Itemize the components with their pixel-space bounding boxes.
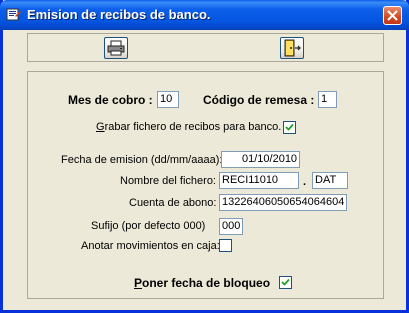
sufijo-field[interactable]: 000 — [219, 218, 243, 235]
exit-door-icon — [284, 39, 301, 57]
cuenta-abono-label: Cuenta de abono: — [129, 197, 217, 209]
nombre-fichero-field[interactable]: RECI11010 — [219, 172, 299, 189]
mes-cobro-field[interactable]: 10 — [157, 91, 179, 108]
poner-fecha-label-text: oner fecha de bloqueo — [142, 276, 271, 290]
grabar-label: Grabar fichero de recibos para banco. — [96, 121, 282, 133]
title-bar[interactable]: Emision de recibos de banco. — [0, 0, 409, 30]
check-icon — [285, 123, 294, 131]
window-title: Emision de recibos de banco. — [27, 7, 211, 22]
anotar-checkbox[interactable] — [219, 239, 232, 252]
exit-button[interactable] — [280, 37, 304, 59]
close-icon — [387, 10, 398, 21]
printer-icon — [107, 40, 125, 56]
report-icon — [6, 7, 22, 22]
fecha-emision-field[interactable]: 01/10/2010 — [221, 151, 300, 168]
mes-cobro-label: Mes de cobro : — [68, 93, 153, 107]
nombre-fichero-label: Nombre del fichero: — [120, 175, 216, 187]
cuenta-abono-field[interactable]: 13226406050654064604 — [219, 194, 347, 211]
print-button[interactable] — [104, 37, 128, 59]
dialog-window: Emision de recibos de banco. Mes de cobr… — [0, 0, 409, 313]
fecha-emision-label: Fecha de emision (dd/mm/aaaa): — [61, 154, 223, 166]
codigo-remesa-label: Código de remesa : — [203, 93, 315, 107]
close-button[interactable] — [383, 6, 402, 25]
toolbar — [27, 33, 384, 62]
grabar-checkbox[interactable] — [283, 121, 296, 134]
poner-fecha-checkbox[interactable] — [279, 276, 292, 289]
extension-separator: . — [303, 176, 307, 188]
grabar-label-text: rabar fichero de recibos para banco. — [104, 121, 282, 133]
poner-fecha-label: Poner fecha de bloqueo — [134, 276, 271, 290]
anotar-label: Anotar movimientos en caja: — [81, 240, 220, 252]
check-icon — [281, 278, 290, 286]
extension-field[interactable]: DAT — [312, 172, 348, 189]
sufijo-label: Sufijo (por defecto 000) — [91, 220, 206, 232]
codigo-remesa-field[interactable]: 1 — [318, 91, 337, 108]
